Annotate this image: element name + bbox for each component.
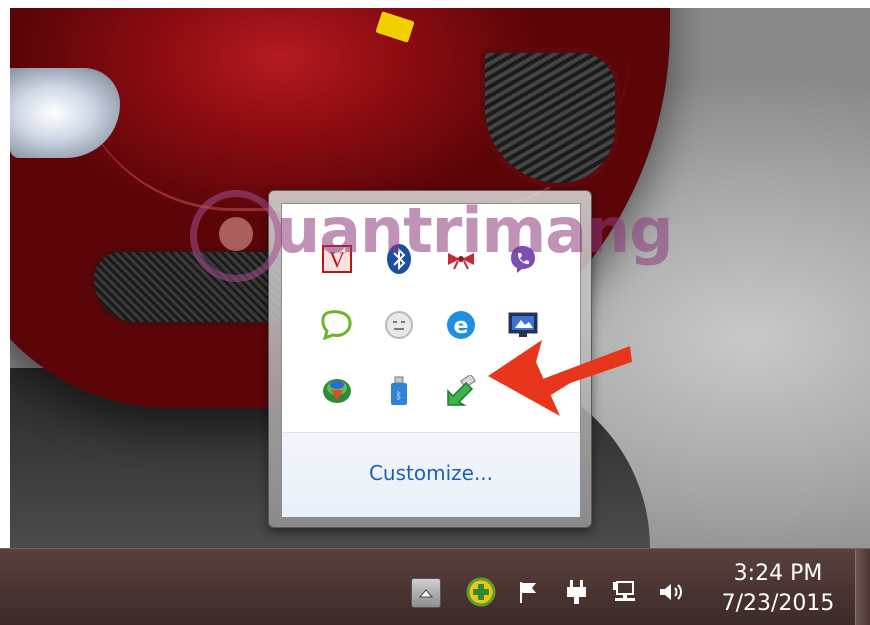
bluetooth-icon[interactable]: [382, 242, 416, 276]
red-arrow-annotation-icon: [488, 340, 632, 416]
emoji-icon[interactable]: [382, 308, 416, 342]
svg-text:ᛒ: ᛒ: [396, 391, 402, 402]
vietkey-icon[interactable]: V: [320, 242, 354, 276]
clock-date: 7/23/2015: [721, 591, 835, 616]
show-hidden-icons-button[interactable]: [411, 578, 441, 608]
network-icon[interactable]: [608, 575, 642, 609]
chevron-up-icon: [419, 589, 433, 598]
taskbar: 3:24 PM 7/23/2015: [0, 548, 870, 625]
safely-remove-hardware-icon[interactable]: [444, 374, 478, 408]
action-center-flag-icon[interactable]: [512, 575, 546, 609]
svg-text:V: V: [329, 247, 345, 272]
internet-explorer-icon[interactable]: e: [444, 308, 478, 342]
chat-bubble-icon[interactable]: [320, 308, 354, 342]
usb-drive-icon[interactable]: ᛒ: [382, 374, 416, 408]
show-desktop-button[interactable]: [855, 549, 870, 625]
customize-link[interactable]: Customize...: [282, 461, 580, 485]
overflow-popup-footer: Customize...: [282, 432, 580, 517]
download-manager-icon[interactable]: [320, 374, 354, 408]
green-plus-icon[interactable]: [464, 575, 498, 609]
clock-time: 3:24 PM: [733, 561, 823, 586]
volume-icon[interactable]: [654, 575, 688, 609]
ribbon-icon[interactable]: [444, 242, 478, 276]
viber-icon[interactable]: [506, 242, 540, 276]
taskbar-clock[interactable]: 3:24 PM 7/23/2015: [712, 559, 844, 619]
svg-text:e: e: [454, 314, 469, 339]
power-plug-icon[interactable]: [560, 575, 594, 609]
